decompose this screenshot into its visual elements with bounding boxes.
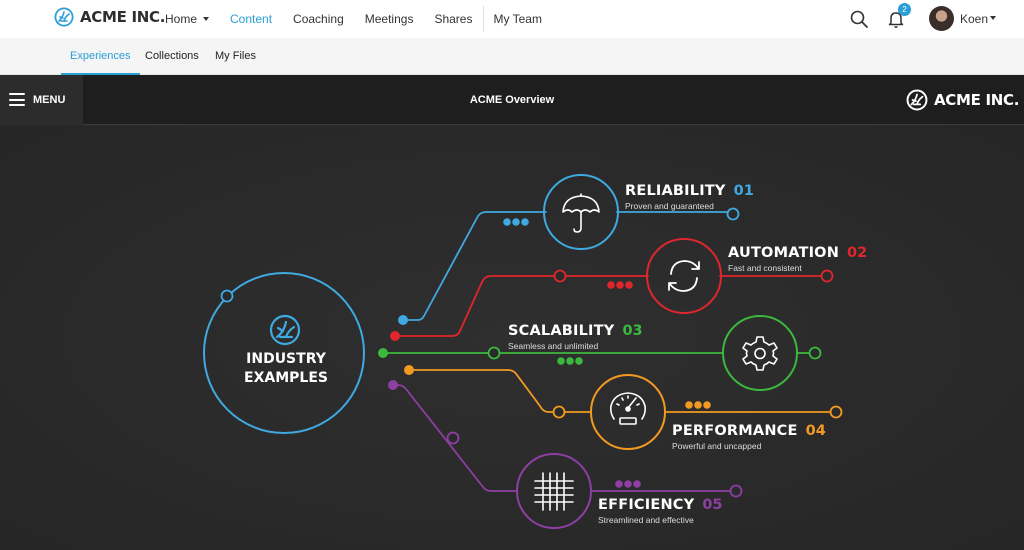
presentation-brand-logo: ACME INC. (906, 89, 1019, 111)
performance-label: PERFORMANCE 04 Powerful and uncapped (672, 422, 826, 451)
efficiency-title: EFFICIENCY (598, 497, 695, 513)
automation-dots (607, 281, 633, 289)
efficiency-subtitle: Streamlined and effective (598, 515, 694, 525)
presentation-title: ACME Overview (469, 94, 555, 106)
performance-node (590, 374, 666, 450)
chevron-down-icon (203, 16, 210, 21)
acme-logo-icon (906, 89, 928, 111)
speedometer-icon (610, 392, 646, 425)
nav-content[interactable]: Content (230, 12, 272, 26)
automation-label: AUTOMATION 02 Fast and consistent (728, 244, 867, 273)
acme-logo-icon (54, 7, 74, 27)
hamburger-icon (9, 93, 25, 106)
main-nav: Home Content Coaching Meetings Shares My… (165, 0, 563, 38)
nav-home-label: Home (165, 12, 198, 26)
efficiency-node (516, 453, 592, 529)
scalability-dots (557, 357, 583, 365)
efficiency-dots (615, 480, 641, 488)
performance-subtitle: Powerful and uncapped (672, 441, 762, 451)
reliability-dots (503, 218, 529, 226)
automation-node (646, 238, 722, 314)
user-name[interactable]: Koen (960, 12, 988, 26)
reliability-number: 01 (733, 183, 754, 199)
brand-logo[interactable]: ACME INC. (54, 7, 165, 27)
infographic-canvas: INDUSTRY EXAMPLES RELIABILITY 01 Proven a… (0, 126, 1024, 550)
performance-dots (685, 401, 711, 409)
automation-subtitle: Fast and consistent (728, 263, 802, 273)
tab-experiences[interactable]: Experiences (61, 38, 140, 75)
automation-number: 02 (847, 245, 868, 261)
reliability-label: RELIABILITY 01 Proven and guaranteed (625, 182, 754, 211)
efficiency-number: 05 (702, 497, 723, 513)
nav-home[interactable]: Home (165, 12, 210, 26)
nav-coaching[interactable]: Coaching (293, 12, 344, 26)
scalability-subtitle: Seamless and unlimited (508, 341, 599, 351)
notification-badge: 2 (898, 3, 911, 16)
scalability-title: SCALABILITY (508, 323, 615, 339)
avatar[interactable] (929, 6, 954, 31)
reliability-connector (402, 211, 547, 321)
industry-label: INDUSTRY EXAMPLES (206, 350, 366, 388)
top-navbar: ACME INC. Home Content Coaching Meetings… (0, 0, 1024, 38)
refresh-icon (668, 260, 700, 292)
industry-label-line1: INDUSTRY (246, 351, 326, 367)
presentation-brand-name: ACME INC. (934, 91, 1020, 109)
umbrella-icon (562, 193, 600, 233)
reliability-subtitle: Proven and guaranteed (625, 201, 714, 211)
chevron-down-icon[interactable] (990, 16, 996, 20)
nav-meetings[interactable]: Meetings (365, 12, 414, 26)
sub-navbar: Experiences Collections My Files (0, 38, 1024, 75)
reliability-title: RELIABILITY (625, 183, 726, 199)
scalability-node (722, 315, 798, 391)
nav-shares[interactable]: Shares (434, 12, 472, 26)
performance-number: 04 (805, 423, 826, 439)
performance-connector (408, 369, 592, 413)
scalability-number: 03 (622, 323, 643, 339)
nav-divider (483, 6, 485, 32)
gear-icon (742, 336, 778, 371)
brand-name: ACME INC. (80, 8, 166, 26)
tab-my-files[interactable]: My Files (215, 38, 256, 75)
presentation-header: ACME Overview MENU ACME INC. (0, 75, 1024, 125)
menu-label: MENU (33, 94, 66, 106)
search-icon[interactable] (849, 9, 869, 29)
grid-icon (534, 472, 574, 511)
acme-logo-icon (269, 314, 301, 346)
scalability-label: SCALABILITY 03 Seamless and unlimited (508, 322, 643, 351)
tab-collections[interactable]: Collections (145, 38, 199, 75)
nav-my-team[interactable]: My Team (493, 12, 541, 26)
industry-label-line2: EXAMPLES (244, 370, 328, 386)
automation-title: AUTOMATION (728, 245, 840, 261)
menu-button[interactable]: MENU (0, 75, 83, 125)
efficiency-label: EFFICIENCY 05 Streamlined and effective (598, 496, 723, 525)
performance-title: PERFORMANCE (672, 423, 798, 439)
